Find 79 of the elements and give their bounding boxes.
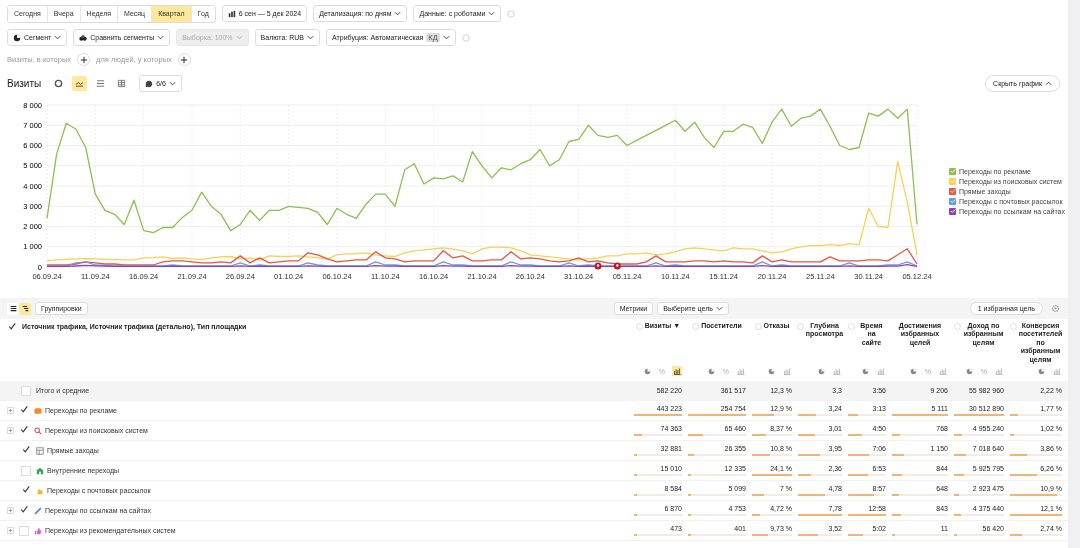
caret-icon [307,35,314,40]
search-icon [34,426,42,435]
settings-icon[interactable] [1051,304,1060,313]
caret-icon [488,11,496,16]
checkbox[interactable] [21,465,31,476]
pie-icon [768,367,775,375]
pie-icon [862,367,869,375]
checkbox[interactable] [19,405,29,416]
bar-chart-icon [939,367,947,375]
table-icon [117,79,127,88]
checkbox[interactable] [19,505,29,516]
pie-icon [643,367,651,375]
ring-icon [54,79,64,88]
caret-icon [442,35,450,40]
window-icon [36,446,44,455]
annotation-marker-icon[interactable] [613,262,621,270]
caret-icon [54,35,62,40]
pie-icon [707,367,715,375]
checkbox[interactable] [21,385,31,396]
bar-chart-icon [737,367,745,375]
caret-up-icon [1045,81,1052,86]
pie-icon [1038,367,1045,375]
caret-icon [157,35,165,40]
expand-button[interactable] [7,407,14,414]
expand-button[interactable] [7,507,14,514]
bar-chart-icon [1053,367,1061,375]
pie-icon [909,367,917,375]
chat-icon [145,79,154,88]
checkbox[interactable] [19,425,29,436]
pie-mode-button[interactable] [817,366,826,376]
expand-button[interactable] [7,427,14,434]
bars-mode-button[interactable] [672,366,682,376]
annotation-marker-icon[interactable] [594,262,602,270]
pie-mode-button[interactable] [964,366,974,376]
pie-mode-button[interactable] [861,366,870,376]
pie-icon [13,33,21,42]
lines-icon [96,79,106,88]
pie-mode-button[interactable] [767,366,776,376]
chart-title: Визиты [7,78,42,89]
line-chart-icon [75,79,85,88]
bar-chart-icon [673,367,681,375]
checkbox[interactable] [21,445,31,456]
bar-chart-icon [783,367,791,375]
caret-icon [394,11,402,16]
bar-chart-icon [995,367,1003,375]
caret-icon [235,35,243,40]
pie-mode-button[interactable] [642,366,652,376]
tree-view-button[interactable] [19,302,31,315]
add-condition-button[interactable] [77,53,91,66]
checkbox[interactable] [19,525,29,536]
expand-button[interactable] [7,527,14,534]
pie-icon [818,367,825,375]
plus-icon [180,55,189,64]
thumbs-up-icon [34,526,42,535]
line-chart-button[interactable] [72,76,88,91]
plus-icon [79,55,88,64]
list-icon [9,305,17,312]
pies-icon [79,33,88,42]
pie-mode-button[interactable] [908,366,918,376]
pie-mode-button[interactable] [706,366,716,376]
pie-icon [965,367,973,375]
legend-checkbox[interactable] [949,207,956,215]
bar-chart-icon [877,367,885,375]
bar-chart-icon [227,9,236,18]
legend-checkbox[interactable] [949,197,956,205]
list-view-button[interactable] [7,302,19,315]
legend-checkbox[interactable] [949,177,956,185]
pie-mode-button[interactable] [1037,366,1046,376]
house-icon [36,466,44,475]
checkbox[interactable] [7,323,17,333]
add-condition-button[interactable] [177,53,191,66]
bar-chart-icon [833,367,841,375]
caret-icon [168,81,176,86]
legend-checkbox[interactable] [949,187,956,195]
caret-icon [715,306,723,311]
tree-icon [21,305,29,312]
ad-icon [34,406,42,415]
legend-checkbox[interactable] [949,167,956,175]
checkbox[interactable] [21,485,31,496]
